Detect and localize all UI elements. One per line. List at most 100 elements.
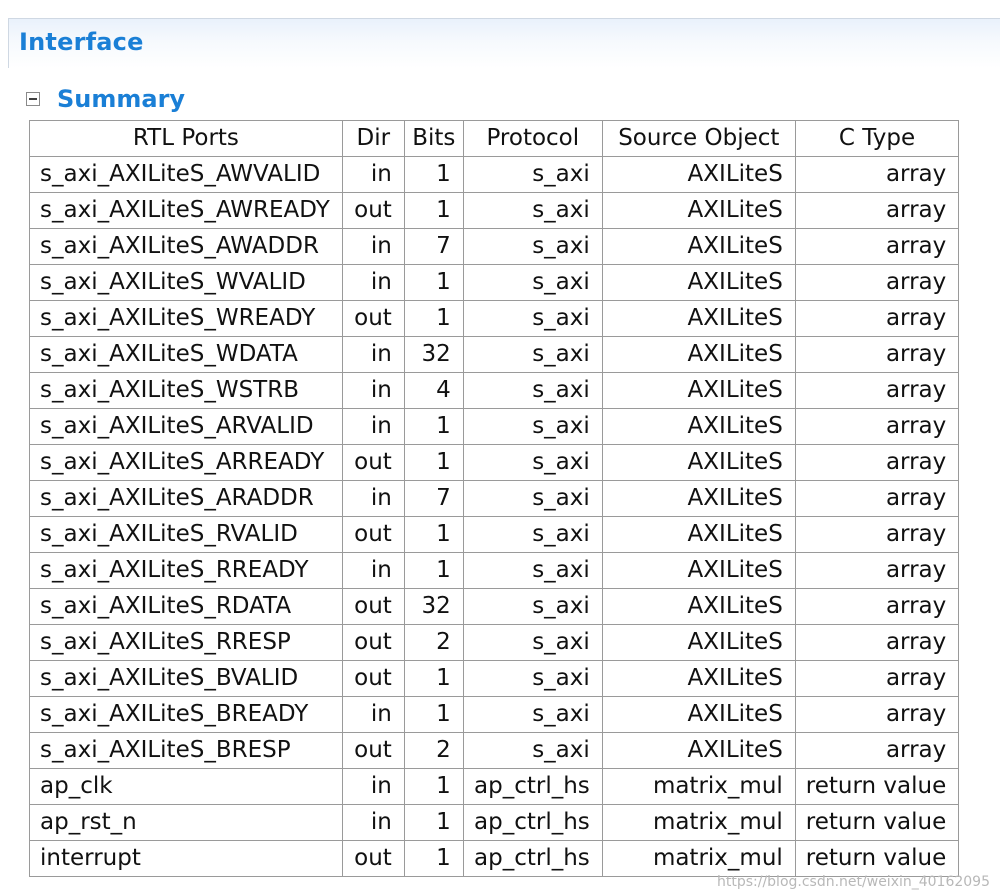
- source-object-cell: AXILiteS: [601, 588, 796, 625]
- port-name-cell: s_axi_AXILiteS_BRESP: [29, 732, 343, 769]
- source-object-cell: AXILiteS: [601, 156, 796, 193]
- c-type-cell: array: [794, 588, 960, 625]
- port-name-cell: s_axi_AXILiteS_RDATA: [29, 588, 343, 625]
- table-row: s_axi_AXILiteS_AWREADY out 1 s_axi AXILiteS a…: [29, 192, 960, 229]
- dir-cell: out: [341, 840, 405, 877]
- c-type-cell: array: [794, 156, 960, 193]
- port-name-cell: s_axi_AXILiteS_WDATA: [29, 336, 343, 373]
- port-name-cell: s_axi_AXILiteS_BVALID: [29, 660, 343, 697]
- column-header-protocol: Protocol: [462, 120, 603, 157]
- dir-cell: in: [341, 552, 405, 589]
- bits-cell: 1: [403, 660, 464, 697]
- dir-cell: in: [341, 480, 405, 517]
- dir-cell: in: [341, 336, 405, 373]
- dir-cell: out: [341, 444, 405, 481]
- port-name-cell: s_axi_AXILiteS_ARVALID: [29, 408, 343, 445]
- source-object-cell: matrix_mul: [601, 804, 796, 841]
- dir-cell: in: [341, 804, 405, 841]
- port-name-cell: ap_clk: [29, 768, 343, 805]
- protocol-cell: s_axi: [462, 264, 603, 301]
- protocol-cell: s_axi: [462, 444, 603, 481]
- c-type-cell: array: [794, 192, 960, 229]
- source-object-cell: AXILiteS: [601, 516, 796, 553]
- port-name-cell: s_axi_AXILiteS_BREADY: [29, 696, 343, 733]
- bits-cell: 1: [403, 804, 464, 841]
- bits-cell: 1: [403, 516, 464, 553]
- bits-cell: 1: [403, 408, 464, 445]
- protocol-cell: s_axi: [462, 696, 603, 733]
- port-name-cell: s_axi_AXILiteS_WSTRB: [29, 372, 343, 409]
- port-name-cell: interrupt: [29, 840, 343, 877]
- table-row: interrupt out 1 ap_ctrl_hs matrix_mul return …: [29, 840, 960, 877]
- column-header-bits: Bits: [403, 120, 464, 157]
- interface-header-bar: Interface: [8, 18, 1000, 68]
- column-header-dir: Dir: [341, 120, 405, 157]
- dir-cell: in: [341, 372, 405, 409]
- bits-cell: 1: [403, 300, 464, 337]
- interface-title: Interface: [19, 28, 144, 56]
- table-row: s_axi_AXILiteS_RRESP out 2 s_axi AXILiteS arr…: [29, 624, 960, 661]
- dir-cell: out: [341, 300, 405, 337]
- table-row: s_axi_AXILiteS_ARVALID in 1 s_axi AXILiteS ar…: [29, 408, 960, 445]
- protocol-cell: ap_ctrl_hs: [462, 804, 603, 841]
- dir-cell: out: [341, 192, 405, 229]
- port-name-cell: ap_rst_n: [29, 804, 343, 841]
- port-name-cell: s_axi_AXILiteS_RREADY: [29, 552, 343, 589]
- bits-cell: 1: [403, 192, 464, 229]
- dir-cell: out: [341, 660, 405, 697]
- c-type-cell: array: [794, 516, 960, 553]
- bits-cell: 1: [403, 552, 464, 589]
- c-type-cell: array: [794, 300, 960, 337]
- bits-cell: 1: [403, 156, 464, 193]
- collapse-minus-icon[interactable]: [26, 92, 40, 106]
- table-row: s_axi_AXILiteS_WDATA in 32 s_axi AXILiteS arr…: [29, 336, 960, 373]
- protocol-cell: s_axi: [462, 336, 603, 373]
- protocol-cell: s_axi: [462, 228, 603, 265]
- c-type-cell: return value: [794, 804, 960, 841]
- column-header-rtl-ports: RTL Ports: [29, 120, 343, 157]
- rtl-ports-table: RTL Ports Dir Bits Protocol Source Objec…: [29, 120, 960, 877]
- c-type-cell: return value: [794, 840, 960, 877]
- table-row: s_axi_AXILiteS_BREADY in 1 s_axi AXILiteS arr…: [29, 696, 960, 733]
- table-row: s_axi_AXILiteS_WREADY out 1 s_axi AXILiteS ar…: [29, 300, 960, 337]
- protocol-cell: s_axi: [462, 300, 603, 337]
- column-header-c-type: C Type: [794, 120, 960, 157]
- source-object-cell: AXILiteS: [601, 336, 796, 373]
- bits-cell: 7: [403, 480, 464, 517]
- dir-cell: in: [341, 228, 405, 265]
- table-row: s_axi_AXILiteS_AWVALID in 1 s_axi AXILiteS ar…: [29, 156, 960, 193]
- source-object-cell: matrix_mul: [601, 840, 796, 877]
- source-object-cell: AXILiteS: [601, 228, 796, 265]
- bits-cell: 1: [403, 768, 464, 805]
- protocol-cell: s_axi: [462, 156, 603, 193]
- protocol-cell: s_axi: [462, 408, 603, 445]
- dir-cell: out: [341, 516, 405, 553]
- c-type-cell: array: [794, 696, 960, 733]
- source-object-cell: AXILiteS: [601, 372, 796, 409]
- table-row: s_axi_AXILiteS_AWADDR in 7 s_axi AXILiteS arr…: [29, 228, 960, 265]
- bits-cell: 1: [403, 696, 464, 733]
- table-row: ap_rst_n in 1 ap_ctrl_hs matrix_mul return va…: [29, 804, 960, 841]
- protocol-cell: s_axi: [462, 552, 603, 589]
- c-type-cell: array: [794, 552, 960, 589]
- bits-cell: 2: [403, 624, 464, 661]
- protocol-cell: s_axi: [462, 588, 603, 625]
- dir-cell: in: [341, 156, 405, 193]
- table-row: s_axi_AXILiteS_BRESP out 2 s_axi AXILiteS arr…: [29, 732, 960, 769]
- source-object-cell: AXILiteS: [601, 300, 796, 337]
- table-header-row: RTL Ports Dir Bits Protocol Source Objec…: [29, 120, 960, 157]
- c-type-cell: array: [794, 624, 960, 661]
- table-row: s_axi_AXILiteS_ARADDR in 7 s_axi AXILiteS arr…: [29, 480, 960, 517]
- source-object-cell: AXILiteS: [601, 192, 796, 229]
- protocol-cell: s_axi: [462, 516, 603, 553]
- table-row: s_axi_AXILiteS_WVALID in 1 s_axi AXILiteS arr…: [29, 264, 960, 301]
- bits-cell: 32: [403, 336, 464, 373]
- source-object-cell: AXILiteS: [601, 408, 796, 445]
- dir-cell: in: [341, 768, 405, 805]
- dir-cell: out: [341, 624, 405, 661]
- port-name-cell: s_axi_AXILiteS_RRESP: [29, 624, 343, 661]
- dir-cell: in: [341, 408, 405, 445]
- c-type-cell: array: [794, 264, 960, 301]
- c-type-cell: array: [794, 732, 960, 769]
- table-row: s_axi_AXILiteS_RDATA out 32 s_axi AXILiteS ar…: [29, 588, 960, 625]
